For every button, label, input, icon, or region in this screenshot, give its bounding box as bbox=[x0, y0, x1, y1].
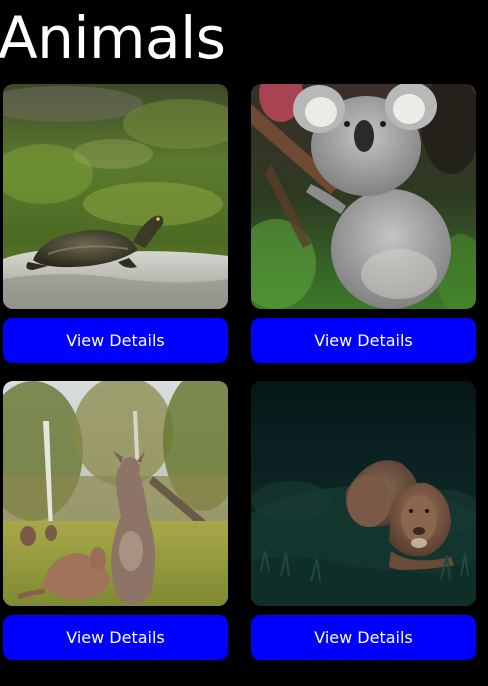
view-details-button-turtle[interactable]: View Details bbox=[3, 318, 228, 363]
animal-card-kangaroo: View Details bbox=[3, 381, 228, 660]
animal-card-lion: View Details bbox=[251, 381, 476, 660]
lion-photo bbox=[251, 381, 476, 606]
page-title: Animals bbox=[0, 4, 226, 72]
animals-page: Animals View Details View Details View D… bbox=[0, 0, 488, 686]
animal-card-koala: View Details bbox=[251, 84, 476, 363]
view-details-button-koala[interactable]: View Details bbox=[251, 318, 476, 363]
koala-photo bbox=[251, 84, 476, 309]
turtle-photo bbox=[3, 84, 228, 309]
animal-card-turtle: View Details bbox=[3, 84, 228, 363]
kangaroo-photo bbox=[3, 381, 228, 606]
view-details-button-lion[interactable]: View Details bbox=[251, 615, 476, 660]
view-details-button-kangaroo[interactable]: View Details bbox=[3, 615, 228, 660]
